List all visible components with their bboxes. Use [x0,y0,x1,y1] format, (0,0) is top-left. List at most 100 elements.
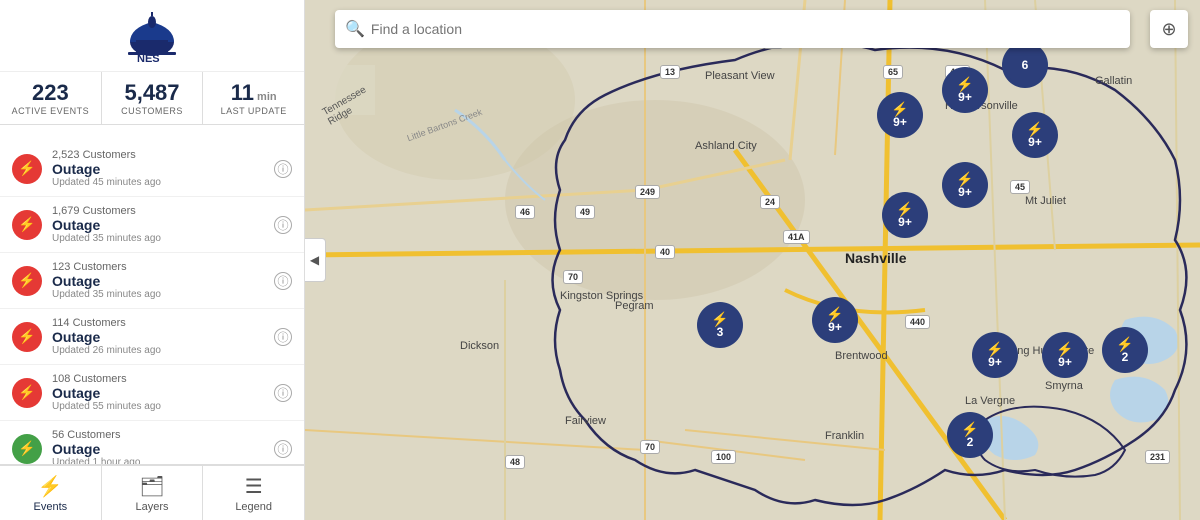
event-icon-1: ⚡ [12,210,42,240]
cluster-number-1: 6 [1022,59,1029,71]
event-info-icon-5[interactable]: ⓘ [274,440,292,458]
nes-logo: NES [122,10,182,65]
event-customers-1: 1,679 Customers [52,205,274,217]
highway-label-0: 65 [883,65,903,79]
event-item-5[interactable]: ⚡56 CustomersOutageUpdated 1 hour agoⓘ [0,421,304,464]
cluster-bolt-8: ⚡ [986,342,1003,356]
cluster-8[interactable]: ⚡9+ [972,332,1018,378]
map-area[interactable]: ◀ 🔍 ⊕ [305,0,1200,520]
highway-label-7: 46 [515,205,535,219]
event-item-2[interactable]: ⚡ 123 CustomersOutageUpdated 35 minutes a… [0,253,304,309]
highway-label-6: 49 [575,205,595,219]
nav-icon-layers: 🗂 [139,474,164,499]
stat-label-2: LAST UPDATE [207,106,300,116]
cluster-9[interactable]: ⚡9+ [1042,332,1088,378]
nav-icon-events: ⚡ [38,474,63,499]
event-item-3[interactable]: ⚡114 CustomersOutageUpdated 26 minutes a… [0,309,304,365]
cluster-bolt-0: ⚡ [891,102,908,116]
highway-label-5: 249 [635,185,660,199]
event-updated-3: Updated 26 minutes ago [52,345,274,356]
event-info-icon-0[interactable]: ⓘ [274,160,292,178]
nav-label-legend: Legend [235,501,272,513]
stat-value-2: 11 min [207,80,300,106]
event-updated-0: Updated 45 minutes ago [52,177,274,188]
event-type-3: Outage [52,329,274,345]
nav-item-legend[interactable]: ☰Legend [203,466,304,520]
event-type-5: Outage [52,441,274,457]
event-icon-0: ⚡ [12,154,42,184]
stat-value-1: 5,487 [106,80,199,106]
cluster-bolt-4: ⚡ [956,172,973,186]
cluster-2[interactable]: ⚡9+ [942,67,988,113]
event-type-0: Outage [52,161,274,177]
cluster-10[interactable]: ⚡2 [1102,327,1148,373]
highway-label-8: 13 [660,65,680,79]
search-icon: 🔍 [345,19,365,39]
event-item-4[interactable]: ⚡ 108 CustomersOutageUpdated 55 minutes a… [0,365,304,421]
cluster-7[interactable]: ⚡9+ [812,297,858,343]
event-icon-4: ⚡ [12,378,42,408]
event-type-1: Outage [52,217,274,233]
cluster-bg-4: ⚡9+ [942,162,988,208]
stat-item-0: 223ACTIVE EVENTS [0,72,102,124]
cluster-number-7: 9+ [828,321,842,333]
collapse-button[interactable]: ◀ [305,238,326,282]
event-customers-2: 123 Customers [52,261,274,273]
event-info-icon-2[interactable]: ⓘ [274,272,292,290]
highway-label-1: 24 [760,195,780,209]
event-updated-2: Updated 35 minutes ago [52,289,274,300]
event-customers-5: 56 Customers [52,429,274,441]
event-item-1[interactable]: ⚡ 1,679 CustomersOutageUpdated 35 minutes… [0,197,304,253]
cluster-11[interactable]: ⚡2 [947,412,993,458]
svg-text:NES: NES [137,53,160,65]
event-updated-5: Updated 1 hour ago [52,457,274,464]
stat-label-1: CUSTOMERS [106,106,199,116]
cluster-number-10: 2 [1122,351,1129,363]
event-info-2: 123 CustomersOutageUpdated 35 minutes ag… [52,261,274,300]
cluster-bg-7: ⚡9+ [812,297,858,343]
stat-item-2: 11 minLAST UPDATE [203,72,304,124]
cluster-number-6: 3 [717,326,724,338]
event-updated-4: Updated 55 minutes ago [52,401,274,412]
cluster-3[interactable]: ⚡9+ [1012,112,1058,158]
cluster-5[interactable]: ⚡9+ [882,192,928,238]
highway-label-11: 70 [640,440,660,454]
highway-label-3: 41A [783,230,810,244]
nav-item-events[interactable]: ⚡Events [0,466,102,520]
event-type-2: Outage [52,273,274,289]
cluster-number-11: 2 [967,436,974,448]
highway-label-13: 45 [1010,180,1030,194]
event-icon-2: ⚡ [12,266,42,296]
cluster-4[interactable]: ⚡9+ [942,162,988,208]
nav-item-layers[interactable]: 🗂Layers [102,466,204,520]
search-input[interactable] [371,21,1120,37]
cluster-0[interactable]: ⚡9+ [877,92,923,138]
cluster-1[interactable]: 6 [1002,42,1048,88]
event-info-icon-4[interactable]: ⓘ [274,384,292,402]
cluster-number-0: 9+ [893,116,907,128]
stat-label-0: ACTIVE EVENTS [4,106,97,116]
cluster-bg-5: ⚡9+ [882,192,928,238]
cluster-bolt-2: ⚡ [956,77,973,91]
cluster-bg-8: ⚡9+ [972,332,1018,378]
bottom-nav: ⚡Events🗂Layers☰Legend [0,464,304,520]
event-type-4: Outage [52,385,274,401]
event-info-0: 2,523 CustomersOutageUpdated 45 minutes … [52,149,274,188]
stats-bar: 223ACTIVE EVENTS5,487CUSTOMERS 11 minLAST… [0,72,304,125]
cluster-number-8: 9+ [988,356,1002,368]
event-info-icon-1[interactable]: ⓘ [274,216,292,234]
cluster-6[interactable]: ⚡3 [697,302,743,348]
highway-label-2: 40 [655,245,675,259]
event-info-4: 108 CustomersOutageUpdated 55 minutes ag… [52,373,274,412]
cluster-bolt-11: ⚡ [961,422,978,436]
cluster-bg-1: 6 [1002,42,1048,88]
location-button[interactable]: ⊕ [1150,10,1188,48]
event-customers-4: 108 Customers [52,373,274,385]
cluster-bolt-6: ⚡ [711,312,728,326]
event-updated-1: Updated 35 minutes ago [52,233,274,244]
highway-label-14: 440 [905,315,930,329]
event-item-0[interactable]: ⚡ 2,523 CustomersOutageUpdated 45 minutes… [0,141,304,197]
event-info-icon-3[interactable]: ⓘ [274,328,292,346]
cluster-bolt-9: ⚡ [1056,342,1073,356]
highway-label-17: 48 [505,455,525,469]
